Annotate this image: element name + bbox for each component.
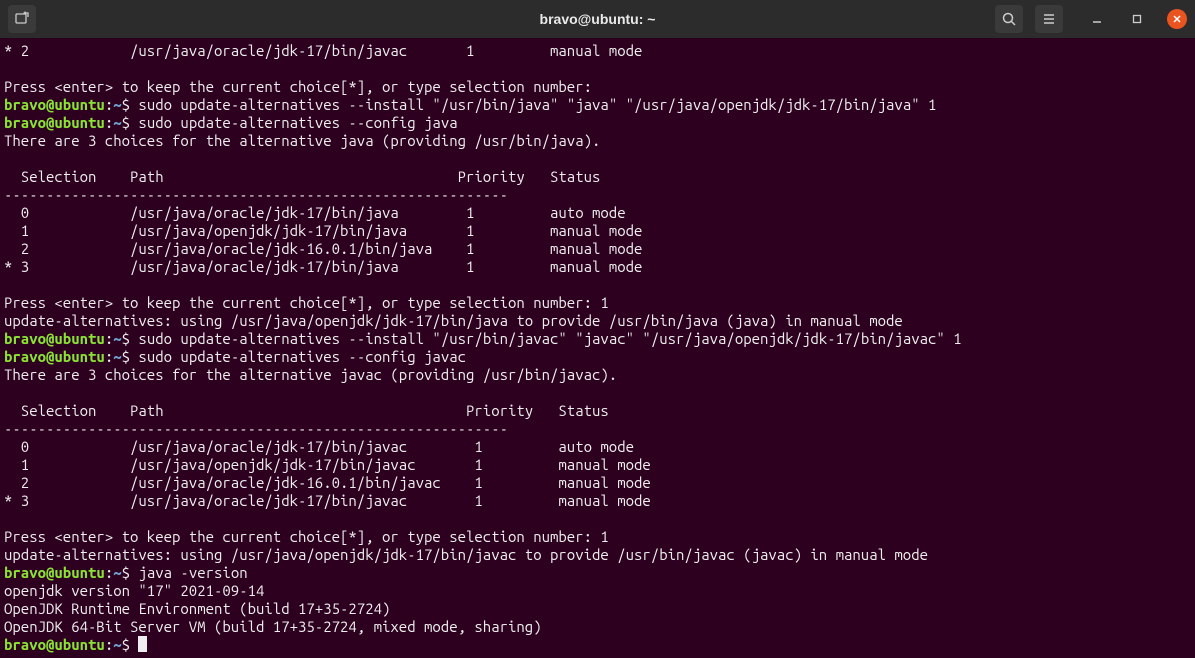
prompt-dollar: $ — [122, 96, 130, 113]
table-row: 2 /usr/java/oracle/jdk-16.0.1/bin/javac … — [4, 474, 651, 491]
maximize-icon — [1131, 13, 1143, 25]
prompt-dollar: $ — [122, 348, 130, 365]
output-line: * 2 /usr/java/oracle/jdk-17/bin/javac 1 … — [4, 42, 642, 59]
prompt-userhost: bravo@ubuntu — [4, 636, 105, 653]
table-divider: ----------------------------------------… — [4, 420, 508, 437]
prompt-path: ~ — [113, 114, 121, 131]
output-line: Press <enter> to keep the current choice… — [4, 78, 592, 95]
output-line: OpenJDK Runtime Environment (build 17+35… — [4, 600, 390, 617]
search-button[interactable] — [995, 5, 1023, 33]
close-icon — [1171, 13, 1183, 25]
prompt-colon: : — [105, 330, 113, 347]
prompt-colon: : — [105, 636, 113, 653]
cursor — [138, 636, 147, 652]
output-line: Press <enter> to keep the current choice… — [4, 294, 609, 311]
prompt-colon: : — [105, 114, 113, 131]
window-controls — [1087, 9, 1187, 29]
prompt-userhost: bravo@ubuntu — [4, 114, 105, 131]
output-line: There are 3 choices for the alternative … — [4, 132, 600, 149]
window-title: bravo@ubuntu: ~ — [540, 11, 656, 27]
table-row: * 3 /usr/java/oracle/jdk-17/bin/java 1 m… — [4, 258, 642, 275]
output-line: update-alternatives: using /usr/java/ope… — [4, 312, 903, 329]
table-header: Selection Path Priority Status — [4, 168, 600, 185]
prompt-userhost: bravo@ubuntu — [4, 564, 105, 581]
titlebar-right — [995, 5, 1187, 33]
output-line: OpenJDK 64-Bit Server VM (build 17+35-27… — [4, 618, 542, 635]
output-line: There are 3 choices for the alternative … — [4, 366, 617, 383]
search-icon — [1001, 11, 1017, 27]
prompt-path: ~ — [113, 330, 121, 347]
table-row: 1 /usr/java/openjdk/jdk-17/bin/javac 1 m… — [4, 456, 651, 473]
terminal-output[interactable]: * 2 /usr/java/oracle/jdk-17/bin/javac 1 … — [0, 38, 1195, 658]
prompt-userhost: bravo@ubuntu — [4, 330, 105, 347]
prompt-dollar: $ — [122, 114, 130, 131]
maximize-button[interactable] — [1127, 9, 1147, 29]
new-tab-button[interactable] — [8, 5, 36, 33]
minimize-icon — [1091, 13, 1103, 25]
menu-button[interactable] — [1035, 5, 1063, 33]
table-row: 2 /usr/java/oracle/jdk-16.0.1/bin/java 1… — [4, 240, 642, 257]
table-row: 1 /usr/java/openjdk/jdk-17/bin/java 1 ma… — [4, 222, 642, 239]
command-text: java -version — [130, 564, 248, 581]
prompt-path: ~ — [113, 96, 121, 113]
table-row: * 3 /usr/java/oracle/jdk-17/bin/javac 1 … — [4, 492, 651, 509]
prompt-colon: : — [105, 96, 113, 113]
command-text: sudo update-alternatives --install "/usr… — [130, 96, 936, 113]
hamburger-icon — [1041, 11, 1057, 27]
minimize-button[interactable] — [1087, 9, 1107, 29]
prompt-colon: : — [105, 564, 113, 581]
table-row: 0 /usr/java/oracle/jdk-17/bin/java 1 aut… — [4, 204, 626, 221]
output-line: openjdk version "17" 2021-09-14 — [4, 582, 264, 599]
prompt-userhost: bravo@ubuntu — [4, 96, 105, 113]
prompt-colon: : — [105, 348, 113, 365]
prompt-dollar: $ — [122, 330, 130, 347]
prompt-userhost: bravo@ubuntu — [4, 348, 105, 365]
table-divider: ----------------------------------------… — [4, 186, 508, 203]
new-tab-icon — [14, 11, 30, 27]
command-text: sudo update-alternatives --config java — [130, 114, 458, 131]
command-text: sudo update-alternatives --install "/usr… — [130, 330, 962, 347]
close-button[interactable] — [1167, 9, 1187, 29]
titlebar: bravo@ubuntu: ~ — [0, 0, 1195, 38]
prompt-path: ~ — [113, 564, 121, 581]
prompt-dollar: $ — [122, 564, 130, 581]
prompt-dollar: $ — [122, 636, 130, 653]
prompt-path: ~ — [113, 636, 121, 653]
table-header: Selection Path Priority Status — [4, 402, 609, 419]
table-row: 0 /usr/java/oracle/jdk-17/bin/javac 1 au… — [4, 438, 634, 455]
command-text: sudo update-alternatives --config javac — [130, 348, 466, 365]
prompt-path: ~ — [113, 348, 121, 365]
output-line: update-alternatives: using /usr/java/ope… — [4, 546, 928, 563]
output-line: Press <enter> to keep the current choice… — [4, 528, 609, 545]
